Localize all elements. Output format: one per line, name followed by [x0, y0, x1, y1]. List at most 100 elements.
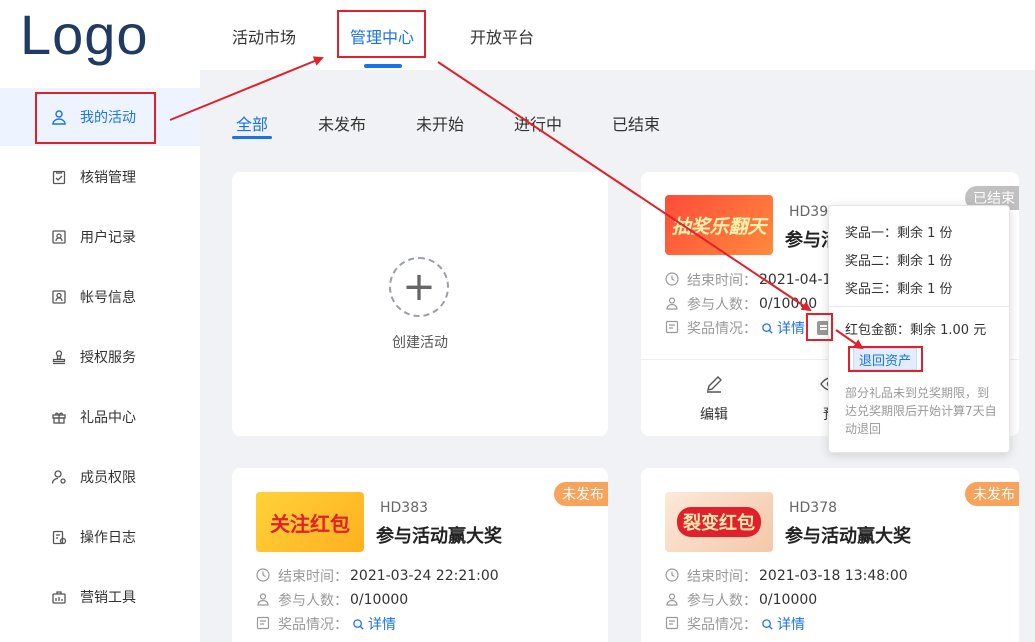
- logo: Logo: [20, 3, 149, 66]
- participants-value: 0/10000: [759, 296, 818, 312]
- edit-label: 编辑: [700, 407, 728, 423]
- sidebar-item-verification[interactable]: 核销管理: [0, 148, 200, 206]
- end-time-row: 结束时间： 2021-04-1: [665, 270, 831, 290]
- search-icon: [762, 322, 773, 334]
- sidebar-item-label: 礼品中心: [80, 410, 136, 426]
- participants-label: 参与人数：: [687, 297, 757, 313]
- tab-not-started[interactable]: 未开始: [416, 111, 464, 135]
- clock-icon: [665, 568, 681, 584]
- status-badge: 未发布: [965, 482, 1019, 506]
- sidebar-item-marketing-tools[interactable]: 营销工具: [0, 568, 200, 626]
- participants-value: 0/10000: [350, 592, 409, 608]
- activity-title: 参与活动赢大奖: [785, 526, 911, 547]
- end-time-label: 结束时间：: [278, 569, 348, 585]
- sidebar-item-label: 营销工具: [80, 590, 136, 606]
- users-icon: [256, 592, 272, 608]
- prize-label: 奖品情况：: [278, 617, 348, 633]
- thumbnail-text: 抽奖乐翻天: [671, 215, 767, 238]
- end-time-row: 结束时间： 2021-03-18 13:48:00: [665, 566, 908, 586]
- sidebar-item-label: 核销管理: [80, 170, 136, 186]
- participants-row: 参与人数： 0/10000: [665, 590, 817, 610]
- activity-card: 裂变红包 HD378 参与活动赢大奖 未发布 结束时间： 2021-03-18 1…: [641, 468, 1019, 642]
- participants-label: 参与人数：: [278, 593, 348, 609]
- thumbnail-text: 裂变红包: [677, 507, 761, 537]
- detail-label: 详情: [777, 321, 805, 337]
- prize-icon: [665, 320, 681, 336]
- toolbox-icon: [50, 588, 68, 606]
- tab-unpublished[interactable]: 未发布: [318, 111, 366, 135]
- sidebar-item-label: 操作日志: [80, 530, 136, 546]
- participants-label: 参与人数：: [687, 593, 757, 609]
- tab-active-underline: [232, 136, 272, 139]
- prize-label: 奖品情况：: [687, 617, 757, 633]
- activity-card: 关注红包 HD383 参与活动赢大奖 未发布 结束时间： 2021-03-24 2…: [232, 468, 608, 642]
- sidebar: 我的活动 核销管理 用户记录 帐号信息 授权服务 礼品中心 成员权限 操作日志 …: [0, 70, 200, 642]
- tab-all[interactable]: 全部: [236, 111, 268, 135]
- prize-detail-link[interactable]: 详情: [761, 318, 805, 338]
- activity-title: 参与活动赢大奖: [376, 526, 502, 547]
- end-time-row: 结束时间： 2021-03-24 22:21:00: [256, 566, 499, 586]
- activity-thumbnail: 裂变红包: [665, 492, 773, 552]
- prize-icon: [256, 616, 272, 632]
- id-card-icon: [50, 228, 68, 246]
- sidebar-item-label: 授权服务: [80, 350, 136, 366]
- prize-label: 奖品情况：: [687, 321, 757, 337]
- annotation-box-my-activities: [35, 92, 156, 144]
- sidebar-item-operation-log[interactable]: 操作日志: [0, 508, 200, 566]
- thumbnail-text: 关注红包: [270, 511, 350, 536]
- popover-divider: [829, 306, 1009, 307]
- activity-code: HD378: [789, 500, 838, 516]
- nav-active-underline: [364, 64, 402, 68]
- sidebar-item-account-info[interactable]: 帐号信息: [0, 268, 200, 326]
- end-time-label: 结束时间：: [687, 273, 757, 289]
- participants-row: 参与人数： 0/10000: [665, 294, 817, 314]
- prize-icon: [665, 616, 681, 632]
- top-header: Logo 活动市场 管理中心 开放平台: [0, 0, 1035, 70]
- user-settings-icon: [50, 468, 68, 486]
- sidebar-item-user-records[interactable]: 用户记录: [0, 208, 200, 266]
- prize-row: 奖品情况： 详情: [256, 614, 396, 634]
- tab-in-progress[interactable]: 进行中: [514, 111, 562, 135]
- edit-icon: [707, 376, 722, 393]
- sidebar-item-label: 用户记录: [80, 230, 136, 246]
- annotation-box-prize-icon: [806, 313, 833, 341]
- activity-code: HD383: [380, 500, 429, 516]
- participants-row: 参与人数： 0/10000: [256, 590, 408, 610]
- clipboard-check-icon: [50, 168, 68, 186]
- activity-thumbnail: 抽奖乐翻天: [665, 195, 773, 255]
- end-time-value: 2021-03-24 22:21:00: [350, 568, 499, 584]
- end-time-value: 2021-04-1: [759, 272, 832, 288]
- annotation-box-return-button: [848, 346, 923, 372]
- prize-detail-link[interactable]: 详情: [352, 614, 396, 634]
- end-time-value: 2021-03-18 13:48:00: [759, 568, 908, 584]
- sidebar-item-authorization[interactable]: 授权服务: [0, 328, 200, 386]
- prize-row: 奖品情况： 详情: [665, 614, 805, 634]
- nav-activity-market[interactable]: 活动市场: [232, 24, 296, 48]
- participants-value: 0/10000: [759, 592, 818, 608]
- stamp-icon: [50, 348, 68, 366]
- sidebar-item-label: 成员权限: [80, 470, 136, 486]
- log-icon: [50, 528, 68, 546]
- create-activity-card[interactable]: + 创建活动: [232, 172, 608, 436]
- create-activity-label: 创建活动: [392, 335, 448, 351]
- search-icon: [762, 618, 773, 630]
- plus-icon: +: [389, 257, 449, 317]
- nav-open-platform[interactable]: 开放平台: [470, 24, 534, 48]
- clock-icon: [665, 272, 681, 288]
- sidebar-item-gift-center[interactable]: 礼品中心: [0, 388, 200, 446]
- tab-ended[interactable]: 已结束: [612, 111, 660, 135]
- activity-code: HD39: [789, 204, 829, 220]
- prize-remaining-3: 奖品三：剩余 1 份: [845, 282, 953, 297]
- detail-label: 详情: [368, 617, 396, 633]
- search-icon: [353, 618, 364, 630]
- prize-remaining-1: 奖品一：剩余 1 份: [845, 226, 953, 241]
- annotation-box-management-center: [337, 10, 426, 58]
- prize-detail-link[interactable]: 详情: [761, 614, 805, 634]
- sidebar-item-member-permissions[interactable]: 成员权限: [0, 448, 200, 506]
- users-icon: [665, 296, 681, 312]
- edit-button[interactable]: 编辑: [699, 374, 729, 424]
- return-note: 部分礼品未到兑奖期限，到达兑奖期限后开始计算7天自动退回: [845, 386, 997, 436]
- detail-label: 详情: [777, 617, 805, 633]
- sidebar-item-label: 帐号信息: [80, 290, 136, 306]
- users-icon: [665, 592, 681, 608]
